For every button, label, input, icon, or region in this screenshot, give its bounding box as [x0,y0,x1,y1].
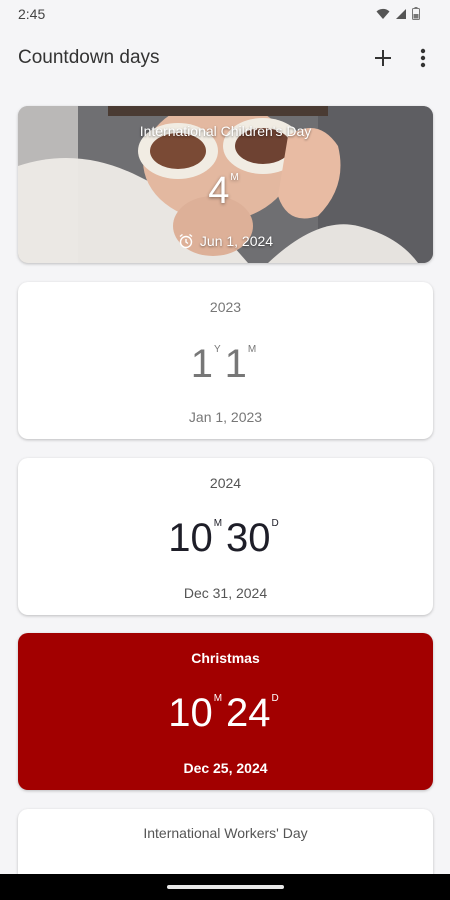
battery-icon [412,7,420,20]
card-title: 2024 [209,475,242,491]
countdown-unit: M [230,172,239,183]
countdown-unit: M [213,518,223,529]
signal-icon [395,8,407,20]
add-button[interactable] [368,43,398,73]
alarm-clock-icon [179,233,193,249]
app-bar: Countdown days [0,28,450,90]
card-title: Christmas [191,650,260,666]
countdown-unit: Y [213,344,221,355]
status-bar: 2:45 [0,0,450,28]
countdown-card-christmas[interactable]: Christmas 10 M 24 D Dec 25, 2024 [18,633,433,790]
more-options-button[interactable] [408,43,438,73]
card-date: Jun 1, 2024 [199,233,274,249]
countdown-value: 10 M 24 D [18,693,433,733]
screen: 2:45 Countdown days International Childr… [0,0,450,900]
card-date: Jan 1, 2023 [188,409,263,425]
wifi-icon [376,8,390,20]
countdown-number: 24 [226,691,271,735]
app-title: Countdown days [18,47,160,68]
countdown-value: 4M [18,172,433,210]
countdown-number: 1 [190,342,213,386]
card-date-row: Jun 1, 2024 [18,233,433,249]
countdown-card-2023[interactable]: 2023 1Y1M Jan 1, 2023 [18,282,433,439]
countdown-number: 1 [224,342,247,386]
card-title: International Workers' Day [143,825,308,841]
countdown-value: 1Y1M [18,344,433,384]
plus-icon [375,50,391,66]
more-vert-icon [420,48,426,68]
countdown-number: 10 [168,691,213,735]
countdown-number: 30 [226,516,271,560]
countdown-unit: M [213,693,223,704]
status-icons [376,7,420,20]
countdown-unit: D [271,518,279,529]
home-gesture-handle[interactable] [167,885,284,889]
countdown-number: 10 [168,516,213,560]
countdown-unit: M [247,344,257,355]
countdown-card-childrens-day[interactable]: International Children's Day 4M Jun 1, 2… [18,106,433,263]
card-title: International Children's Day [139,123,312,139]
card-date: Dec 31, 2024 [183,585,268,601]
status-time: 2:45 [18,6,46,22]
card-date: Dec 25, 2024 [183,760,268,776]
card-title: 2023 [209,299,242,315]
countdown-value: 10 M 30 D [18,518,433,558]
countdown-unit: D [271,693,279,704]
countdown-card-2024[interactable]: 2024 10 M 30 D Dec 31, 2024 [18,458,433,615]
countdown-number: 4 [208,170,230,212]
navigation-bar [0,874,450,900]
